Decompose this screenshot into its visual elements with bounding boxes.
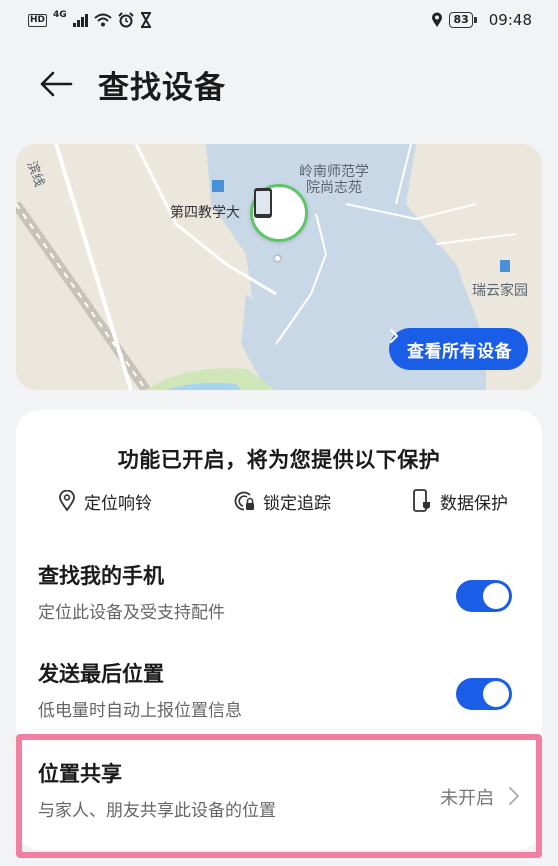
view-all-devices-button[interactable]: 查看所有设备 bbox=[389, 328, 528, 370]
feature-label: 定位响铃 bbox=[84, 493, 152, 514]
feature-label: 锁定追踪 bbox=[263, 493, 331, 514]
send-last-location-toggle[interactable] bbox=[456, 678, 512, 710]
phone-shield-icon bbox=[413, 489, 430, 512]
toggle-knob bbox=[483, 681, 509, 707]
location-pin-icon bbox=[59, 490, 75, 512]
setting-subtitle: 与家人、朋友共享此设备的位置 bbox=[38, 801, 276, 821]
network-type: 4G bbox=[53, 10, 67, 20]
alarm-icon bbox=[117, 12, 134, 28]
setting-subtitle: 定位此设备及受支持配件 bbox=[38, 603, 225, 623]
protection-headline: 功能已开启，将为您提供以下保护 bbox=[117, 448, 441, 472]
protection-card: 功能已开启，将为您提供以下保护 定位响铃 锁定追踪 数据保护 查找我的手机 定位… bbox=[16, 410, 542, 850]
device-location-marker[interactable] bbox=[250, 184, 308, 242]
map-label-residence: 瑞云家园 bbox=[472, 283, 528, 299]
page-title: 查找设备 bbox=[98, 69, 226, 106]
location-sharing-row[interactable]: 位置共享 与家人、朋友共享此设备的位置 未开启 bbox=[38, 758, 520, 838]
hourglass-icon bbox=[140, 12, 151, 28]
lock-track-icon bbox=[234, 491, 254, 511]
hd-badge: HD bbox=[28, 13, 48, 27]
clock: 09:48 bbox=[488, 11, 532, 29]
feature-label: 数据保护 bbox=[440, 493, 508, 514]
battery-icon: 83 bbox=[449, 12, 478, 28]
chevron-right-icon bbox=[389, 328, 399, 344]
find-my-phone-row[interactable]: 查找我的手机 定位此设备及受支持配件 bbox=[38, 560, 520, 640]
toggle-knob bbox=[483, 583, 509, 609]
status-bar: HD 4G 83 09:48 bbox=[0, 0, 558, 40]
location-dot bbox=[273, 254, 282, 263]
feature-list: 定位响铃 锁定追踪 数据保护 bbox=[16, 486, 542, 516]
setting-title: 发送最后位置 bbox=[38, 662, 164, 686]
send-last-location-row[interactable]: 发送最后位置 低电量时自动上报位置信息 bbox=[38, 658, 520, 738]
phone-icon bbox=[254, 188, 272, 218]
feature-lock-track: 锁定追踪 bbox=[233, 486, 331, 516]
map-label-campus: 岭南师范学院尚志苑 bbox=[299, 164, 369, 196]
header: 查找设备 bbox=[0, 52, 558, 116]
location-icon bbox=[432, 12, 443, 27]
view-all-devices-label: 查看所有设备 bbox=[407, 341, 512, 362]
setting-title: 查找我的手机 bbox=[38, 564, 164, 588]
setting-title: 位置共享 bbox=[38, 762, 122, 786]
find-my-phone-toggle[interactable] bbox=[456, 580, 512, 612]
status-left: HD 4G bbox=[28, 10, 152, 28]
arrow-left-icon bbox=[40, 71, 73, 97]
feature-locate-ring: 定位响铃 bbox=[58, 486, 152, 516]
map-label-building: 第四教学大 bbox=[170, 205, 240, 221]
wifi-icon bbox=[94, 13, 112, 27]
feature-data-protect: 数据保护 bbox=[412, 486, 508, 516]
back-button[interactable] bbox=[36, 64, 76, 104]
status-right: 83 09:48 bbox=[431, 11, 532, 29]
map-view[interactable]: 滨线 岭南师范学院尚志苑 第四教学大 瑞云家园 查看所有设备 bbox=[16, 144, 542, 390]
signal-icon bbox=[72, 13, 88, 27]
setting-subtitle: 低电量时自动上报位置信息 bbox=[38, 701, 242, 721]
location-sharing-status: 未开启 bbox=[440, 788, 494, 809]
chevron-right-icon bbox=[509, 787, 519, 805]
